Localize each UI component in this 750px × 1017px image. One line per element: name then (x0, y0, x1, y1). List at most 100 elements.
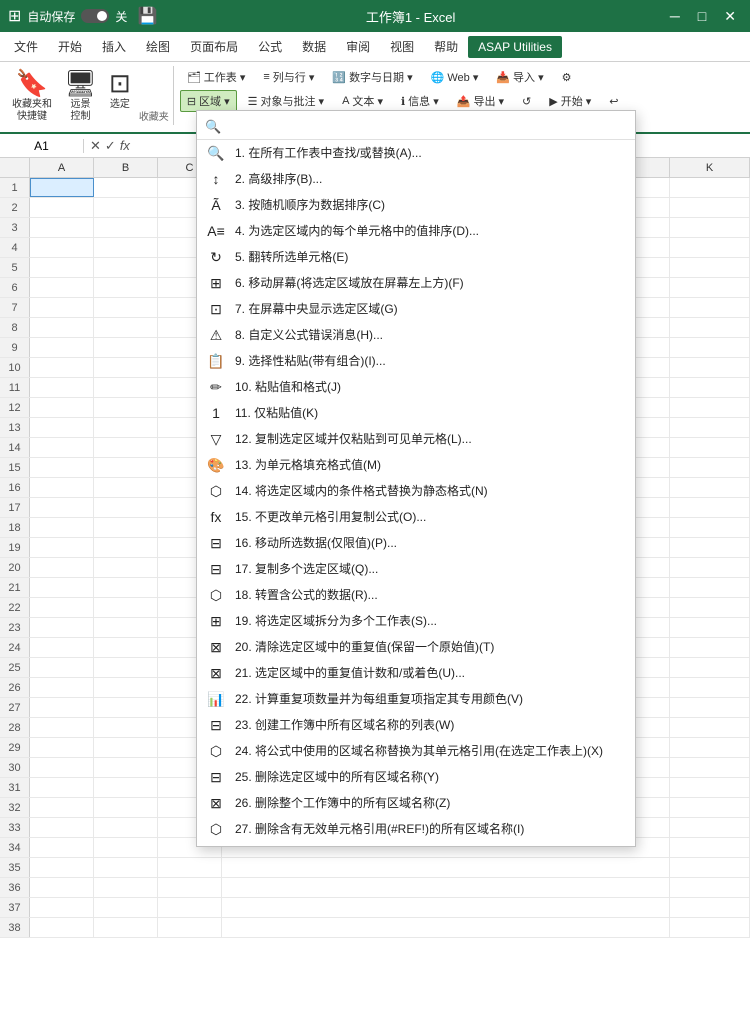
cell-b27[interactable] (94, 698, 158, 717)
ribbon-btn-remote[interactable]: 🖥 远景控制 (58, 66, 103, 125)
cell-b22[interactable] (94, 598, 158, 617)
cell-b17[interactable] (94, 498, 158, 517)
cell-b30[interactable] (94, 758, 158, 777)
cell-b15[interactable] (94, 458, 158, 477)
cell-a21[interactable] (30, 578, 94, 597)
cell-k17[interactable] (670, 498, 750, 517)
list-item[interactable]: A≡ 4. 为选定区域内的每个单元格中的值排序(D)... (197, 218, 635, 244)
col-header-b[interactable]: B (94, 158, 158, 177)
list-item[interactable]: ⊡ 7. 在屏幕中央显示选定区域(G) (197, 296, 635, 322)
cell-k36[interactable] (670, 878, 750, 897)
cell-a24[interactable] (30, 638, 94, 657)
cell-k18[interactable] (670, 518, 750, 537)
ribbon-btn-refresh[interactable]: ↺ (515, 90, 538, 112)
cell-b25[interactable] (94, 658, 158, 677)
ribbon-btn-import[interactable]: 📥导入 ▾ (489, 66, 550, 88)
cell-rest-35[interactable] (222, 858, 670, 877)
cell-k34[interactable] (670, 838, 750, 857)
cell-b33[interactable] (94, 818, 158, 837)
cell-k29[interactable] (670, 738, 750, 757)
cell-k33[interactable] (670, 818, 750, 837)
cell-k35[interactable] (670, 858, 750, 877)
menu-review[interactable]: 审阅 (336, 34, 380, 59)
cell-a26[interactable] (30, 678, 94, 697)
cell-rest-37[interactable] (222, 898, 670, 917)
cell-a19[interactable] (30, 538, 94, 557)
cell-rest-36[interactable] (222, 878, 670, 897)
list-item[interactable]: 📊 22. 计算重复项数量并为每组重复项指定其专用颜色(V) (197, 686, 635, 712)
cell-b6[interactable] (94, 278, 158, 297)
list-item[interactable]: Ã 3. 按随机顺序为数据排序(C) (197, 192, 635, 218)
list-item[interactable]: ⊠ 20. 清除选定区域中的重复值(保留一个原始值)(T) (197, 634, 635, 660)
list-item[interactable]: ⊟ 25. 删除选定区域中的所有区域名称(Y) (197, 764, 635, 790)
cell-b32[interactable] (94, 798, 158, 817)
list-item[interactable]: ↻ 5. 翻转所选单元格(E) (197, 244, 635, 270)
cell-a35[interactable] (30, 858, 94, 877)
list-item[interactable]: ⊞ 6. 移动屏幕(将选定区域放在屏幕左上方)(F) (197, 270, 635, 296)
cell-b11[interactable] (94, 378, 158, 397)
cell-k27[interactable] (670, 698, 750, 717)
cell-k2[interactable] (670, 198, 750, 217)
cell-b19[interactable] (94, 538, 158, 557)
ribbon-btn-favorites[interactable]: 🔖 收藏夹和快捷键 (6, 66, 58, 125)
list-item[interactable]: ✏ 10. 粘贴值和格式(J) (197, 374, 635, 400)
cell-a13[interactable] (30, 418, 94, 437)
cell-a28[interactable] (30, 718, 94, 737)
list-item[interactable]: ▽ 12. 复制选定区域并仅粘贴到可见单元格(L)... (197, 426, 635, 452)
list-item[interactable]: 🎨 13. 为单元格填充格式值(M) (197, 452, 635, 478)
cell-b37[interactable] (94, 898, 158, 917)
cell-k14[interactable] (670, 438, 750, 457)
cell-a33[interactable] (30, 818, 94, 837)
cell-a30[interactable] (30, 758, 94, 777)
cell-k24[interactable] (670, 638, 750, 657)
cell-b18[interactable] (94, 518, 158, 537)
cell-k7[interactable] (670, 298, 750, 317)
cell-k10[interactable] (670, 358, 750, 377)
cell-a20[interactable] (30, 558, 94, 577)
minimize-button[interactable]: ─ (664, 6, 686, 27)
list-item[interactable]: ⬡ 14. 将选定区域内的条件格式替换为静态格式(N) (197, 478, 635, 504)
cell-b26[interactable] (94, 678, 158, 697)
list-item[interactable]: ⊠ 26. 删除整个工作簿中的所有区域名称(Z) (197, 790, 635, 816)
ribbon-btn-objcomment[interactable]: ☰对象与批注 ▾ (241, 90, 331, 112)
cell-k31[interactable] (670, 778, 750, 797)
cell-k37[interactable] (670, 898, 750, 917)
cell-a1[interactable] (30, 178, 94, 197)
maximize-button[interactable]: □ (692, 6, 712, 27)
list-item[interactable]: ↕ 2. 高级排序(B)... (197, 166, 635, 192)
confirm-formula-icon[interactable]: ✓ (105, 138, 116, 154)
list-item[interactable]: 📋 9. 选择性粘贴(带有组合)(I)... (197, 348, 635, 374)
cell-b4[interactable] (94, 238, 158, 257)
cell-a37[interactable] (30, 898, 94, 917)
cell-b36[interactable] (94, 878, 158, 897)
col-header-k[interactable]: K (670, 158, 750, 177)
search-input[interactable] (227, 120, 627, 134)
ribbon-btn-select[interactable]: ⊡ 选定 (103, 66, 137, 113)
cell-a16[interactable] (30, 478, 94, 497)
cell-k16[interactable] (670, 478, 750, 497)
menu-asap[interactable]: ASAP Utilities (468, 36, 562, 58)
list-item[interactable]: fx 15. 不更改单元格引用复制公式(O)... (197, 504, 635, 530)
cell-k3[interactable] (670, 218, 750, 237)
cell-b2[interactable] (94, 198, 158, 217)
cell-k19[interactable] (670, 538, 750, 557)
ribbon-btn-colrow[interactable]: ≡列与行 ▾ (256, 66, 321, 88)
close-button[interactable]: ✕ (718, 6, 742, 27)
cell-a22[interactable] (30, 598, 94, 617)
cell-k4[interactable] (670, 238, 750, 257)
cell-c35[interactable] (158, 858, 222, 877)
cell-a18[interactable] (30, 518, 94, 537)
ribbon-btn-start[interactable]: ▶开始 ▾ (542, 90, 598, 112)
cell-b13[interactable] (94, 418, 158, 437)
cell-a10[interactable] (30, 358, 94, 377)
list-item[interactable]: ⊠ 21. 选定区域中的重复值计数和/或着色(U)... (197, 660, 635, 686)
cell-k28[interactable] (670, 718, 750, 737)
cell-k9[interactable] (670, 338, 750, 357)
cell-k11[interactable] (670, 378, 750, 397)
list-item[interactable]: ⊟ 23. 创建工作簿中所有区域名称的列表(W) (197, 712, 635, 738)
menu-view[interactable]: 视图 (380, 34, 424, 59)
list-item[interactable]: 🔍 1. 在所有工作表中查找/或替换(A)... (197, 140, 635, 166)
cell-b35[interactable] (94, 858, 158, 877)
cell-k15[interactable] (670, 458, 750, 477)
cell-a12[interactable] (30, 398, 94, 417)
